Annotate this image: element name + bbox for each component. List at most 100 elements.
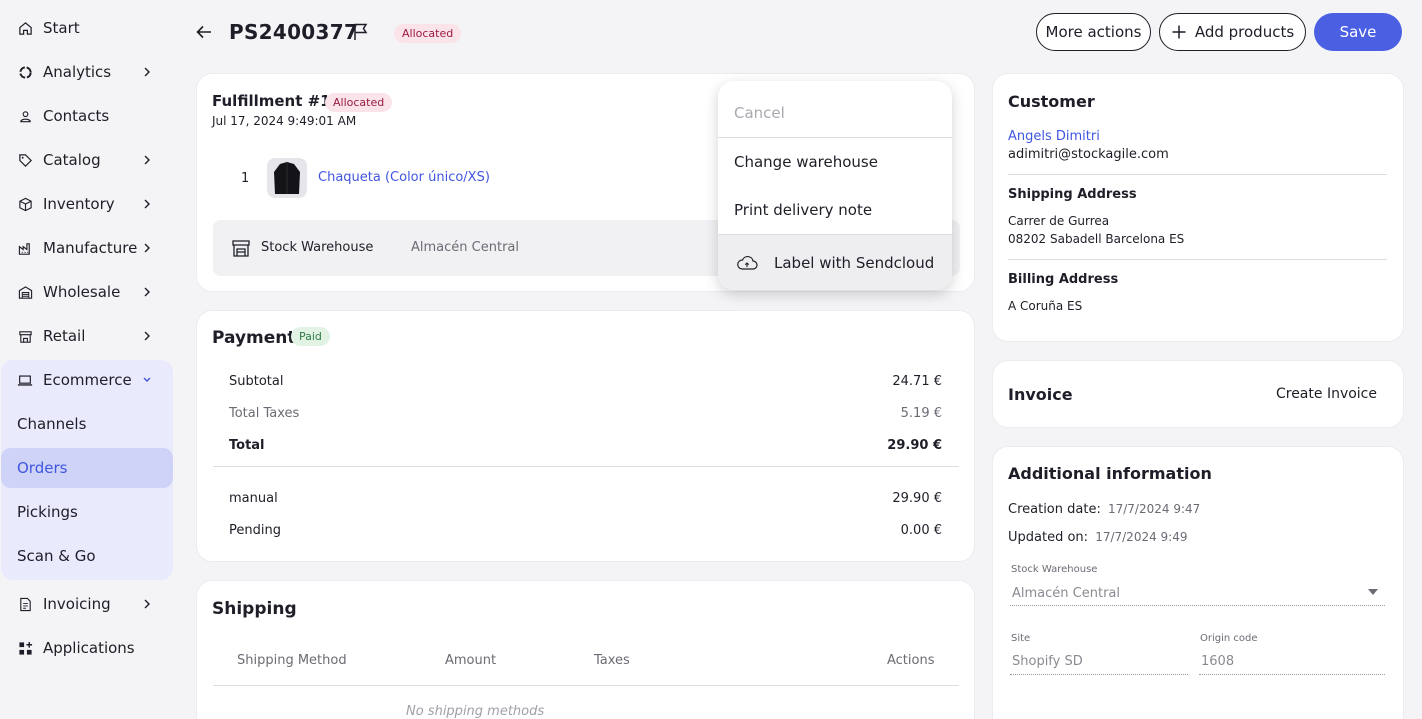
updated-date-value: 17/7/2024 9:49 — [1095, 530, 1188, 544]
taxes-value: 5.19 € — [900, 406, 942, 421]
taxes-row: Total Taxes 5.19 € — [213, 406, 958, 421]
payment-status-badge: Paid — [291, 327, 330, 346]
sidebar-item-start[interactable]: Start — [0, 8, 173, 48]
menu-item-label: Cancel — [734, 104, 785, 122]
sidebar-item-label: Applications — [43, 639, 135, 657]
sidebar-item-applications[interactable]: Applications — [0, 628, 173, 668]
section-divider — [1008, 174, 1387, 175]
origin-code-label: Origin code — [1200, 633, 1258, 644]
sidebar-item-label: Start — [43, 19, 80, 37]
chevron-right-icon — [144, 199, 150, 209]
chevron-down-icon — [143, 377, 151, 382]
payment-divider — [213, 466, 959, 467]
sidebar-subitem-label: Scan & Go — [17, 547, 96, 565]
column-header: Taxes — [594, 653, 630, 668]
product-link[interactable]: Chaqueta (Color único/XS) — [318, 170, 490, 185]
actions-dropdown: Cancel Change warehouse Print delivery n… — [718, 81, 952, 290]
menu-item-label-sendcloud[interactable]: Label with Sendcloud — [718, 235, 952, 290]
warehouse-value: Almacén Central — [411, 240, 519, 255]
manual-row: manual 29.90 € — [213, 491, 958, 506]
sidebar-item-contacts[interactable]: Contacts — [0, 96, 173, 136]
sidebar-item-label: Inventory — [43, 195, 115, 213]
user-icon — [17, 108, 33, 124]
sidebar-item-ecommerce[interactable]: Ecommerce — [0, 360, 173, 400]
origin-code-value: 1608 — [1201, 654, 1235, 669]
sidebar-item-manufacture[interactable]: Manufacture — [0, 228, 173, 268]
sidebar-subitem-channels[interactable]: Channels — [1, 404, 173, 444]
menu-item-print-delivery-note[interactable]: Print delivery note — [718, 186, 952, 234]
dropdown-arrow-icon[interactable] — [1368, 589, 1378, 595]
sidebar-item-label: Manufacture — [43, 239, 138, 257]
save-button[interactable]: Save — [1314, 13, 1402, 51]
create-invoice-button[interactable]: Create Invoice — [1276, 386, 1377, 402]
sidebar-item-label: Invoicing — [43, 595, 111, 613]
sidebar-item-label: Wholesale — [43, 283, 121, 301]
creation-date: Creation date: 17/7/2024 9:47 — [1008, 502, 1200, 517]
taxes-label: Total Taxes — [229, 406, 300, 421]
payment-card: Payment Paid Subtotal 24.71 € Total Taxes… — [196, 310, 975, 562]
menu-item-label: Label with Sendcloud — [774, 253, 935, 272]
chevron-right-icon — [144, 155, 150, 165]
box-icon — [17, 196, 33, 212]
plus-icon — [1172, 25, 1186, 39]
analytics-icon — [17, 64, 33, 80]
manual-label: manual — [229, 491, 278, 506]
fulfillment-status-badge: Allocated — [325, 93, 393, 112]
add-products-label: Add products — [1194, 23, 1295, 41]
table-divider — [213, 685, 959, 686]
sidebar-item-label: Analytics — [43, 63, 112, 81]
sidebar-subitem-scan-go[interactable]: Scan & Go — [1, 536, 173, 576]
customer-name-link[interactable]: Angels Dimitri — [1008, 129, 1100, 144]
field-underline — [1010, 674, 1188, 675]
field-underline — [1010, 605, 1385, 606]
sidebar-item-inventory[interactable]: Inventory — [0, 184, 173, 224]
sidebar-item-invoicing[interactable]: Invoicing — [0, 584, 173, 624]
sidebar-item-analytics[interactable]: Analytics — [0, 52, 173, 92]
sidebar-subitem-pickings[interactable]: Pickings — [1, 492, 173, 532]
payment-title: Payment — [212, 328, 296, 348]
column-header: Amount — [445, 653, 497, 668]
sidebar-item-catalog[interactable]: Catalog — [0, 140, 173, 180]
apps-icon — [17, 640, 33, 656]
tag-icon — [17, 152, 33, 168]
more-actions-button[interactable]: More actions — [1036, 13, 1151, 51]
sidebar-item-retail[interactable]: Retail — [0, 316, 173, 356]
sidebar-item-label: Retail — [43, 327, 86, 345]
warehouse-select-value[interactable]: Almacén Central — [1012, 586, 1120, 601]
total-value: 29.90 € — [887, 438, 942, 453]
fulfillment-date: Jul 17, 2024 9:49:01 AM — [212, 114, 357, 128]
menu-item-change-warehouse[interactable]: Change warehouse — [718, 138, 952, 186]
sidebar-item-label: Contacts — [43, 107, 110, 125]
additional-info-card: Additional information Creation date: 17… — [992, 446, 1404, 719]
pending-label: Pending — [229, 523, 281, 538]
order-header: PS2400377 Allocated More actions Add pro… — [190, 10, 1402, 54]
shipping-title: Shipping — [212, 599, 297, 619]
shipping-address-line: Carrer de Gurrea — [1008, 214, 1110, 228]
menu-item-label: Print delivery note — [734, 201, 873, 219]
menu-item-cancel[interactable]: Cancel — [718, 89, 952, 137]
customer-title: Customer — [1008, 92, 1095, 111]
cloud-icon — [737, 255, 758, 270]
section-divider — [1008, 259, 1387, 260]
invoice-title: Invoice — [1008, 385, 1073, 404]
chevron-right-icon — [144, 331, 150, 341]
flag-icon[interactable] — [351, 22, 371, 42]
back-arrow-icon[interactable] — [194, 22, 214, 42]
add-products-button[interactable]: Add products — [1159, 13, 1306, 51]
site-field-value: Shopify SD — [1012, 654, 1083, 669]
empty-state: No shipping methods — [406, 704, 545, 719]
sidebar-item-wholesale[interactable]: Wholesale — [0, 272, 173, 312]
fulfillment-title: Fulfillment #1 — [212, 92, 331, 110]
site-field-label: Site — [1011, 633, 1031, 644]
updated-date: Updated on: 17/7/2024 9:49 — [1008, 530, 1187, 545]
menu-item-label: Change warehouse — [734, 153, 878, 171]
line-quantity: 1 — [241, 171, 250, 186]
sidebar-subitem-orders[interactable]: Orders — [1, 448, 173, 488]
pending-value: 0.00 € — [900, 523, 942, 538]
subtotal-label: Subtotal — [229, 374, 284, 389]
document-icon — [17, 596, 33, 612]
customer-email: adimitri@stockagile.com — [1008, 147, 1169, 162]
subtotal-value: 24.71 € — [892, 374, 942, 389]
page-title: PS2400377 — [229, 20, 359, 44]
laptop-icon — [17, 372, 33, 388]
